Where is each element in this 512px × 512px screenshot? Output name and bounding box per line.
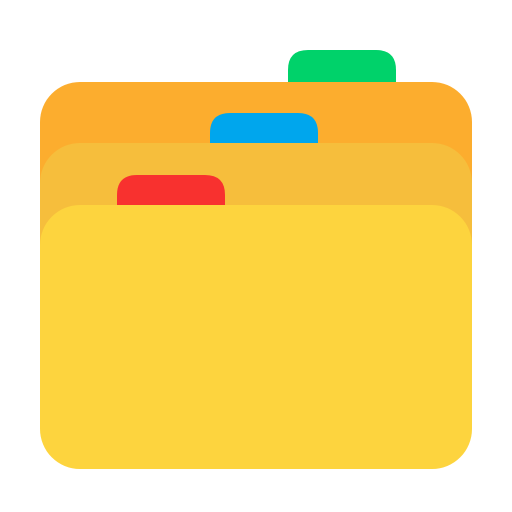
- folders-icon-canvas: [0, 0, 512, 512]
- front-folder-body: [40, 205, 472, 469]
- front-folder-tab: [117, 175, 225, 208]
- folders-icon: [40, 50, 472, 469]
- middle-folder-tab: [210, 113, 318, 146]
- front-folder: [40, 175, 472, 469]
- back-folder-tab: [288, 50, 396, 82]
